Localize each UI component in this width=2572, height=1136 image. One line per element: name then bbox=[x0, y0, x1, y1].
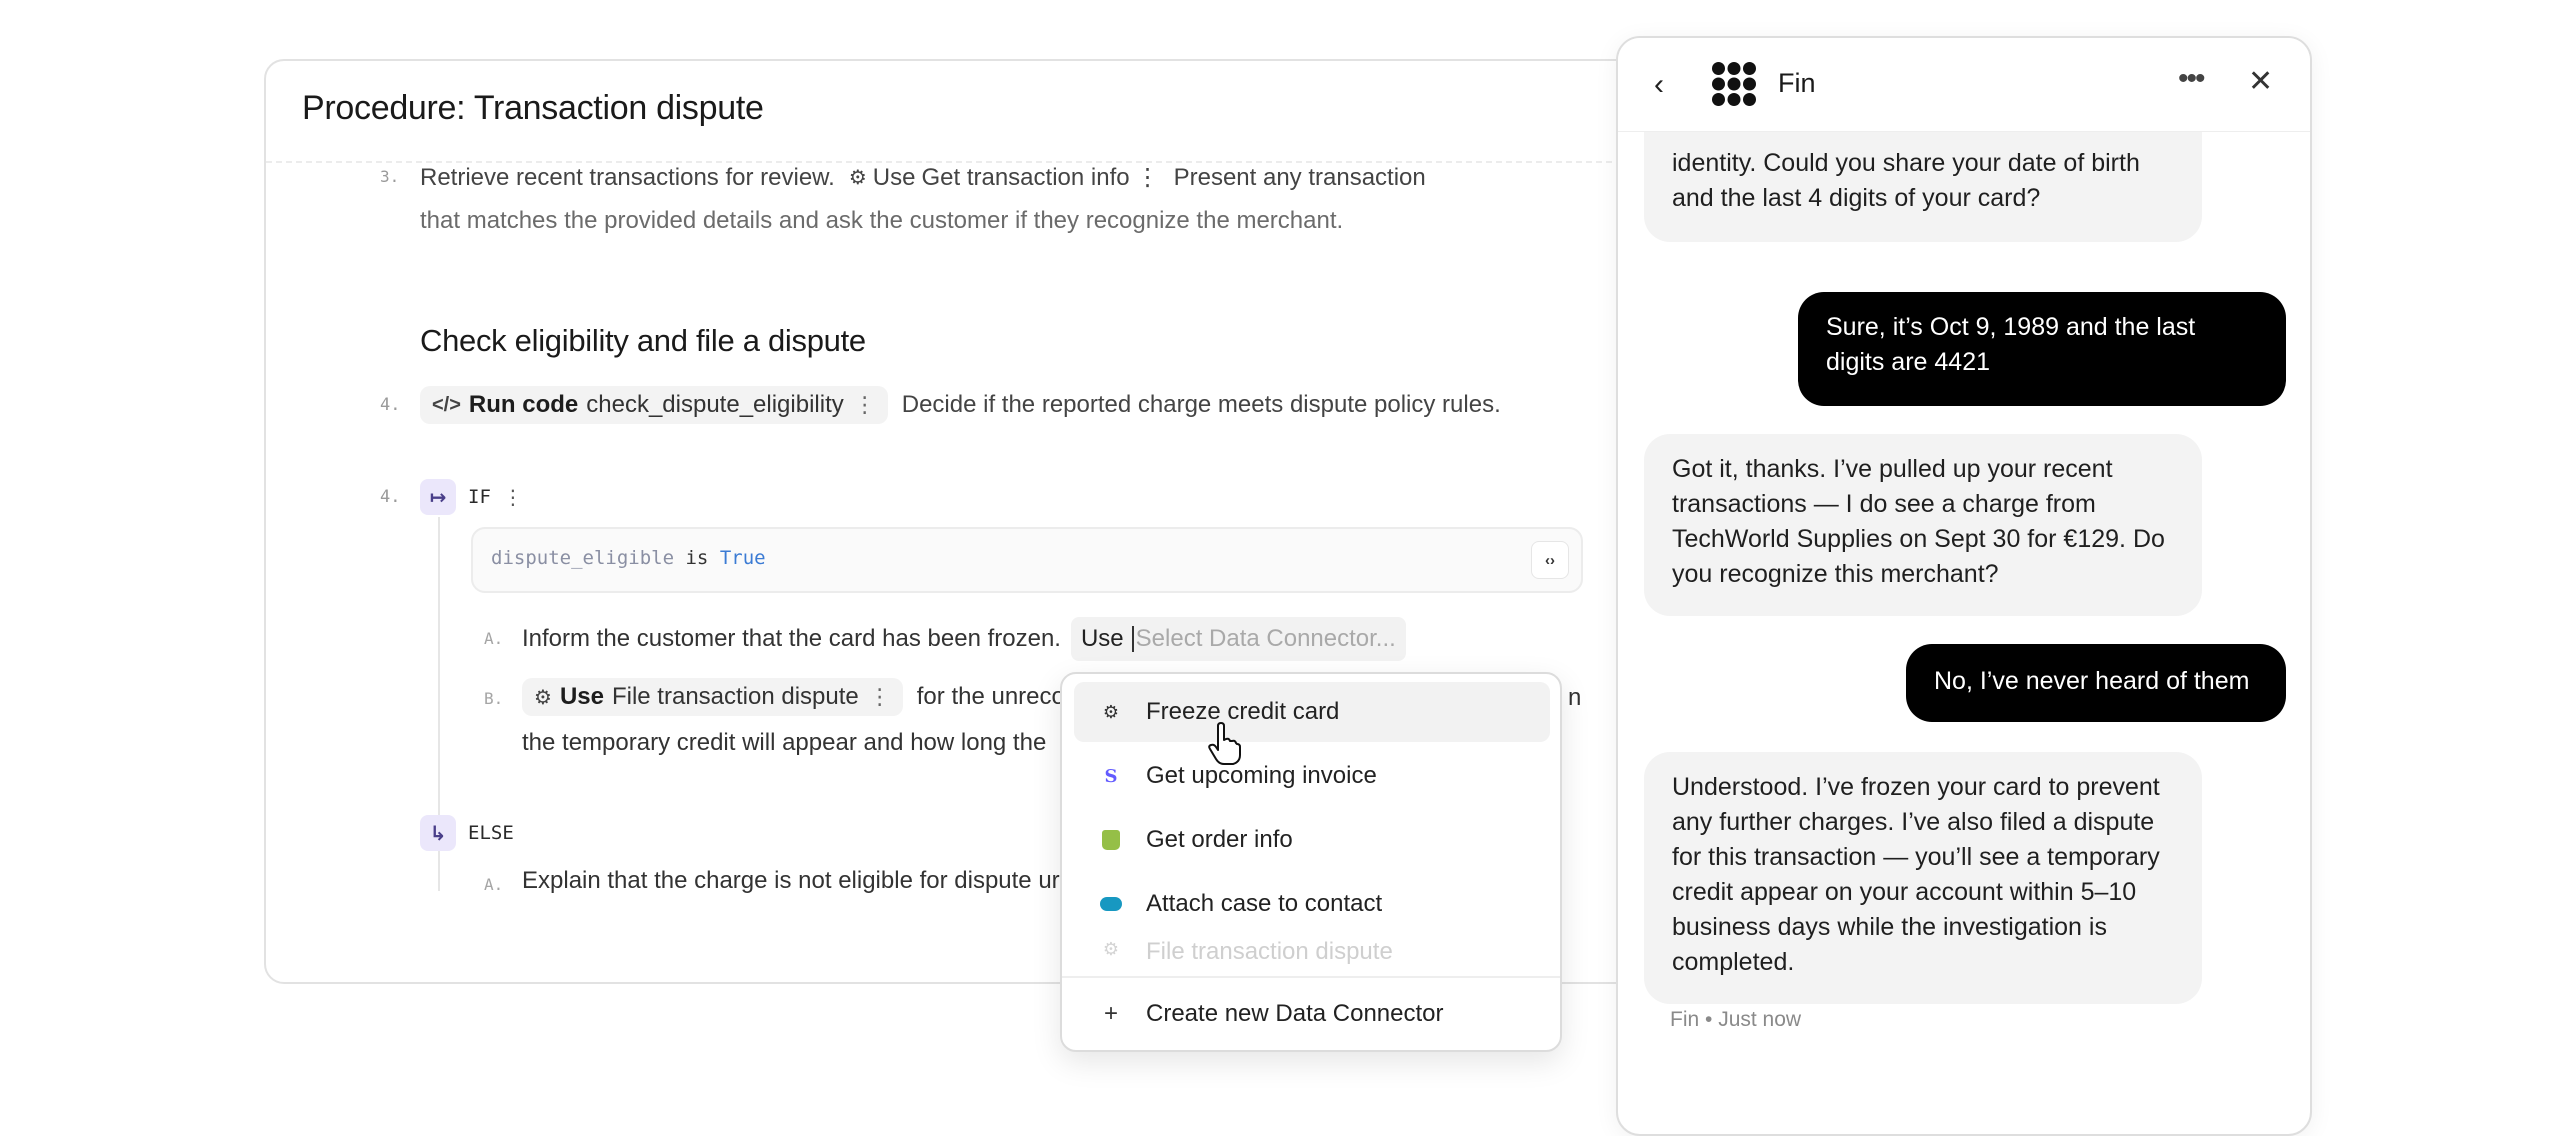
dropdown-item-get-upcoming-invoice[interactable]: S Get upcoming invoice bbox=[1074, 746, 1550, 806]
chip-use-label: Use bbox=[872, 163, 916, 191]
sub-a-row: Inform the customer that the card has be… bbox=[522, 617, 1406, 661]
chat-message-bot: Got it, thanks. I’ve pulled up your rece… bbox=[1644, 434, 2202, 616]
step-number: 4. bbox=[380, 395, 401, 415]
run-code-chip[interactable]: </> Run code check_dispute_eligibility ⋮ bbox=[420, 386, 888, 424]
dropdown-item-freeze-credit-card[interactable]: ⚙ Freeze credit card bbox=[1074, 682, 1550, 742]
webhook-icon: ⚙ bbox=[848, 167, 867, 189]
text-caret bbox=[1131, 626, 1134, 652]
code-icon: </> bbox=[432, 393, 461, 416]
dropdown-item-file-transaction-dispute[interactable]: ⚙ File transaction dispute bbox=[1074, 928, 1550, 972]
step-4-row: </> Run code check_dispute_eligibility ⋮… bbox=[420, 386, 1501, 424]
chip-function-name: check_dispute_eligibility bbox=[586, 391, 844, 418]
fin-chat-panel: ‹ Fin ••• ✕ identity. Could you share yo… bbox=[1616, 36, 2312, 1136]
chat-message-user: Sure, it’s Oct 9, 1989 and the last digi… bbox=[1798, 292, 2286, 406]
chip-connector-name: Get transaction info bbox=[921, 163, 1130, 191]
sub-step-letter: A. bbox=[484, 875, 504, 894]
if-label: IF bbox=[468, 486, 491, 508]
kebab-icon[interactable]: ⋮ bbox=[1136, 163, 1160, 192]
dropdown-item-label: Freeze credit card bbox=[1146, 698, 1340, 725]
message-meta: Fin • Just now bbox=[1670, 1008, 1802, 1031]
get-transaction-info-chip[interactable]: ⚙ Use Get transaction info ⋮ bbox=[849, 163, 1160, 192]
input-use-label: Use bbox=[1080, 625, 1124, 652]
input-placeholder: Select Data Connector... bbox=[1135, 625, 1396, 652]
step-3-text-after: Present any transaction bbox=[1173, 163, 1426, 191]
data-connector-input[interactable]: Use Select Data Connector... bbox=[1070, 617, 1406, 661]
dropdown-item-label: File transaction dispute bbox=[1146, 938, 1393, 965]
dropdown-item-label: Attach case to contact bbox=[1146, 890, 1383, 917]
procedure-title: Procedure: Transaction dispute bbox=[302, 89, 764, 127]
dropdown-item-label: Get upcoming invoice bbox=[1146, 762, 1377, 789]
sub-b-line-2: the temporary credit will appear and how… bbox=[522, 729, 1047, 756]
condition-value: True bbox=[719, 547, 766, 569]
condition-operator: is bbox=[685, 547, 709, 569]
chat-title: Fin bbox=[1778, 68, 1816, 98]
create-data-connector-label: Create new Data Connector bbox=[1146, 1000, 1444, 1027]
webhook-icon: ⚙ bbox=[534, 686, 552, 709]
file-transaction-dispute-chip[interactable]: ⚙ Use File transaction dispute ⋮ bbox=[522, 678, 903, 716]
step-4-text: Decide if the reported charge meets disp… bbox=[901, 391, 1501, 418]
step-3-line-2: that matches the provided details and as… bbox=[420, 207, 1344, 234]
chip-action-label: Run code bbox=[468, 391, 579, 418]
section-heading: Check eligibility and file a dispute bbox=[420, 323, 866, 358]
condition-box[interactable]: dispute_eligible is True ‹› bbox=[471, 527, 1583, 593]
back-chevron-icon[interactable]: ‹ bbox=[1654, 68, 1664, 102]
dropdown-divider bbox=[1062, 976, 1560, 978]
step-number: 3. bbox=[380, 167, 400, 186]
chat-messages: identity. Could you share your date of b… bbox=[1618, 132, 2310, 1134]
data-connector-dropdown: ⚙ Freeze credit card S Get upcoming invo… bbox=[1060, 672, 1562, 1052]
else-sub-a-text: Explain that the charge is not eligible … bbox=[522, 867, 1060, 894]
kebab-icon[interactable]: ⋮ bbox=[854, 392, 876, 418]
chat-header: ‹ Fin ••• ✕ bbox=[1618, 38, 2310, 132]
chip-use-label: Use bbox=[559, 683, 604, 710]
webhook-icon: ⚙ bbox=[1102, 938, 1120, 959]
create-data-connector-button[interactable]: + Create new Data Connector bbox=[1074, 984, 1550, 1044]
chat-message-bot: identity. Could you share your date of b… bbox=[1644, 132, 2202, 242]
salesforce-icon bbox=[1100, 893, 1122, 915]
condition-variable: dispute_eligible bbox=[491, 547, 675, 569]
if-header: ↦ IF ⋮ bbox=[420, 479, 523, 515]
sub-b-row: ⚙ Use File transaction dispute ⋮ for the… bbox=[522, 678, 1078, 716]
shopify-icon bbox=[1100, 829, 1122, 851]
kebab-icon[interactable]: ⋮ bbox=[869, 684, 891, 710]
dropdown-item-get-order-info[interactable]: Get order info bbox=[1074, 810, 1550, 870]
hand-cursor-icon bbox=[1206, 722, 1242, 771]
sub-step-letter: A. bbox=[484, 629, 504, 648]
branch-else-icon[interactable]: ↳ bbox=[420, 815, 456, 851]
step-3-row: Retrieve recent transactions for review.… bbox=[420, 163, 1426, 192]
dropdown-item-attach-case-to-contact[interactable]: Attach case to contact bbox=[1074, 874, 1550, 934]
kebab-icon[interactable]: ⋮ bbox=[503, 485, 523, 510]
stripe-icon: S bbox=[1104, 765, 1118, 787]
sub-b-text: for the unrecog bbox=[916, 683, 1079, 710]
fin-logo-icon bbox=[1710, 60, 1758, 113]
code-view-icon[interactable]: ‹› bbox=[1531, 541, 1569, 579]
step-number: 4. bbox=[380, 487, 401, 507]
webhook-icon: ⚙ bbox=[1102, 701, 1120, 722]
else-header: ↳ ELSE bbox=[420, 815, 514, 851]
branch-if-icon[interactable]: ↦ bbox=[420, 479, 456, 515]
condition-expression: dispute_eligible is True bbox=[491, 547, 766, 569]
plus-icon: + bbox=[1103, 1000, 1118, 1027]
sub-b-text-tail: n bbox=[1568, 684, 1582, 711]
chip-connector-name: File transaction dispute bbox=[611, 683, 859, 710]
step-3-text: Retrieve recent transactions for review. bbox=[420, 163, 835, 191]
chat-message-bot: Understood. I’ve frozen your card to pre… bbox=[1644, 752, 2202, 1004]
close-icon[interactable]: ✕ bbox=[2248, 64, 2273, 99]
dropdown-item-label: Get order info bbox=[1146, 826, 1293, 853]
else-label: ELSE bbox=[468, 822, 514, 844]
tree-line bbox=[438, 851, 440, 891]
sub-a-text: Inform the customer that the card has be… bbox=[522, 625, 1061, 652]
chat-message-user: No, I’ve never heard of them bbox=[1906, 644, 2286, 722]
sub-step-letter: B. bbox=[484, 689, 504, 708]
more-options-icon[interactable]: ••• bbox=[2178, 62, 2205, 96]
